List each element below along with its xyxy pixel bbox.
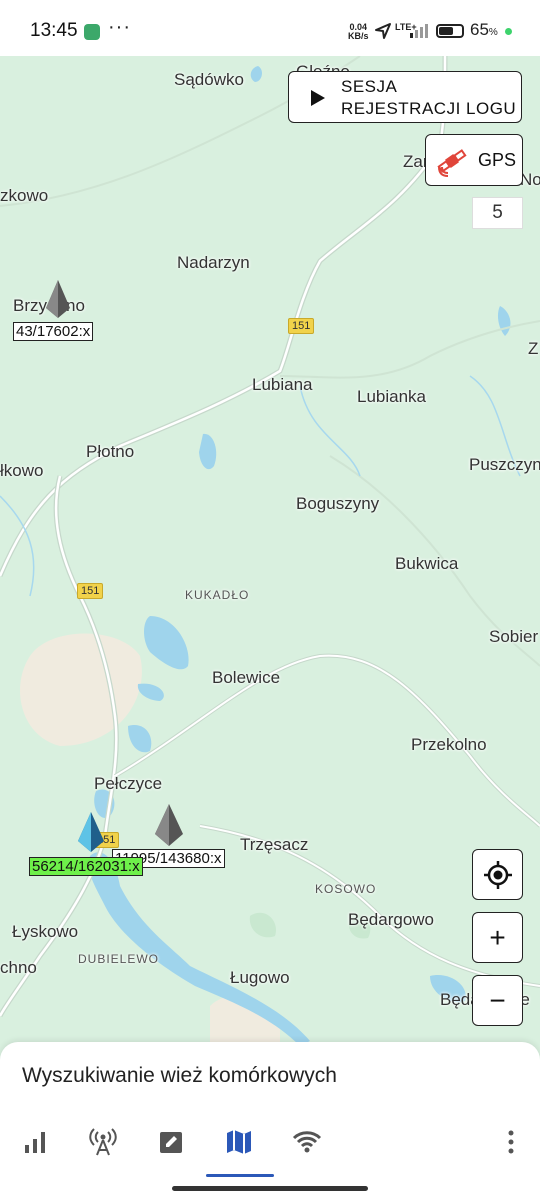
app-notification-icon — [84, 24, 100, 40]
map-background — [0, 56, 540, 1046]
battery-percent-value: 65 — [470, 20, 489, 39]
place-label: łkowo — [0, 461, 44, 480]
active-tower-label[interactable]: 56214/162031:x — [29, 857, 143, 876]
cell-tower-icon — [89, 1128, 117, 1156]
edit-note-icon — [160, 1132, 182, 1153]
satellite-icon — [437, 149, 467, 177]
more-notifications-icon: ··· — [108, 16, 131, 38]
signal-strength-icon — [410, 24, 428, 38]
status-time: 13:45 — [30, 20, 78, 41]
session-label-line2: REJESTRACJI LOGU — [341, 99, 517, 118]
nav-more[interactable] — [491, 1122, 531, 1162]
bottom-sheet: Wyszukiwanie wież komórkowych — [0, 1042, 540, 1200]
place-label: Z — [528, 339, 539, 358]
cell-tower-marker-icon[interactable] — [155, 804, 183, 846]
nav-log[interactable] — [151, 1122, 191, 1162]
place-label: Łyskowo — [12, 922, 79, 941]
battery-level — [439, 27, 454, 35]
place-label: Sądówko — [174, 70, 244, 89]
network-speed-unit: KB/s — [348, 31, 369, 41]
start-logging-session-button[interactable]: SESJA REJESTRACJI LOGU — [288, 71, 522, 123]
gesture-home-bar[interactable] — [172, 1186, 368, 1191]
location-arrow-icon — [375, 23, 391, 39]
tower-label[interactable]: 43/17602:x — [13, 322, 94, 341]
road-shield: 151 — [288, 318, 315, 334]
place-label: Bolewice — [212, 668, 281, 687]
nav-cell-towers[interactable] — [83, 1122, 123, 1162]
nav-map[interactable] — [219, 1122, 259, 1162]
status-bar: 13:45 ··· 0.04 KB/s LTE+ 65% — [0, 0, 540, 56]
place-label: chno — [0, 958, 37, 977]
network-speed: 0.04 KB/s — [348, 23, 369, 41]
place-label: Boguszyny — [296, 494, 380, 513]
place-label: Będargowo — [348, 910, 435, 929]
place-label: Nadarzyn — [177, 253, 250, 272]
place-label: Brzy — [13, 296, 47, 315]
crosshair-icon — [483, 860, 512, 889]
cell-tower-marker-icon[interactable] — [46, 280, 70, 318]
place-label: Lubianka — [357, 387, 427, 406]
sheet-title: Wyszukiwanie wież komórkowych — [22, 1064, 337, 1087]
zoom-in-button[interactable]: + — [472, 912, 523, 963]
place-label: KUKADŁO — [185, 588, 250, 602]
battery-percent-symbol: % — [488, 27, 498, 38]
nav-signal[interactable] — [15, 1122, 55, 1162]
place-label: Płotno — [86, 442, 135, 461]
place-label: Trzęsacz — [240, 835, 309, 854]
more-vert-icon — [508, 1130, 514, 1154]
signal-bars-icon — [25, 1132, 45, 1153]
zoom-out-button[interactable]: − — [472, 975, 523, 1026]
place-label: Ługowo — [230, 968, 290, 987]
place-label: Sobier — [489, 627, 539, 646]
place-label: Przekolno — [411, 735, 487, 754]
session-label-line1: SESJA — [341, 77, 398, 96]
place-label: Lubiana — [252, 375, 313, 394]
tower-count-box: 5 — [472, 197, 523, 229]
place-label: No — [520, 170, 540, 189]
battery-icon — [436, 24, 464, 38]
place-label: DUBIELEWO — [78, 952, 160, 966]
place-label: Bukwica — [395, 554, 459, 573]
battery-percentage: 65% — [470, 20, 498, 40]
place-label: Puszczyn — [469, 455, 540, 474]
place-label: zkowo — [0, 186, 49, 205]
active-cell-tower-marker-icon[interactable] — [78, 812, 104, 852]
nav-wifi[interactable] — [287, 1122, 327, 1162]
map-view[interactable]: Sądówko Gleźno Zam No zkowo Nadarzyn Brz… — [0, 56, 540, 1046]
play-icon — [311, 90, 325, 106]
gps-button[interactable]: GPS — [425, 134, 523, 186]
privacy-indicator-dot — [505, 28, 512, 35]
map-icon — [227, 1130, 251, 1154]
place-label: Pełczyce — [94, 774, 163, 793]
road-shield: 151 — [77, 583, 104, 599]
wifi-icon — [292, 1131, 322, 1153]
place-label: KOSOWO — [315, 882, 377, 896]
active-tab-indicator — [206, 1174, 274, 1177]
my-location-button[interactable] — [472, 849, 523, 900]
gps-button-label: GPS — [478, 150, 517, 170]
bottom-navigation — [0, 1122, 540, 1172]
session-button-label: SESJA REJESTRACJI LOGU — [341, 76, 516, 120]
